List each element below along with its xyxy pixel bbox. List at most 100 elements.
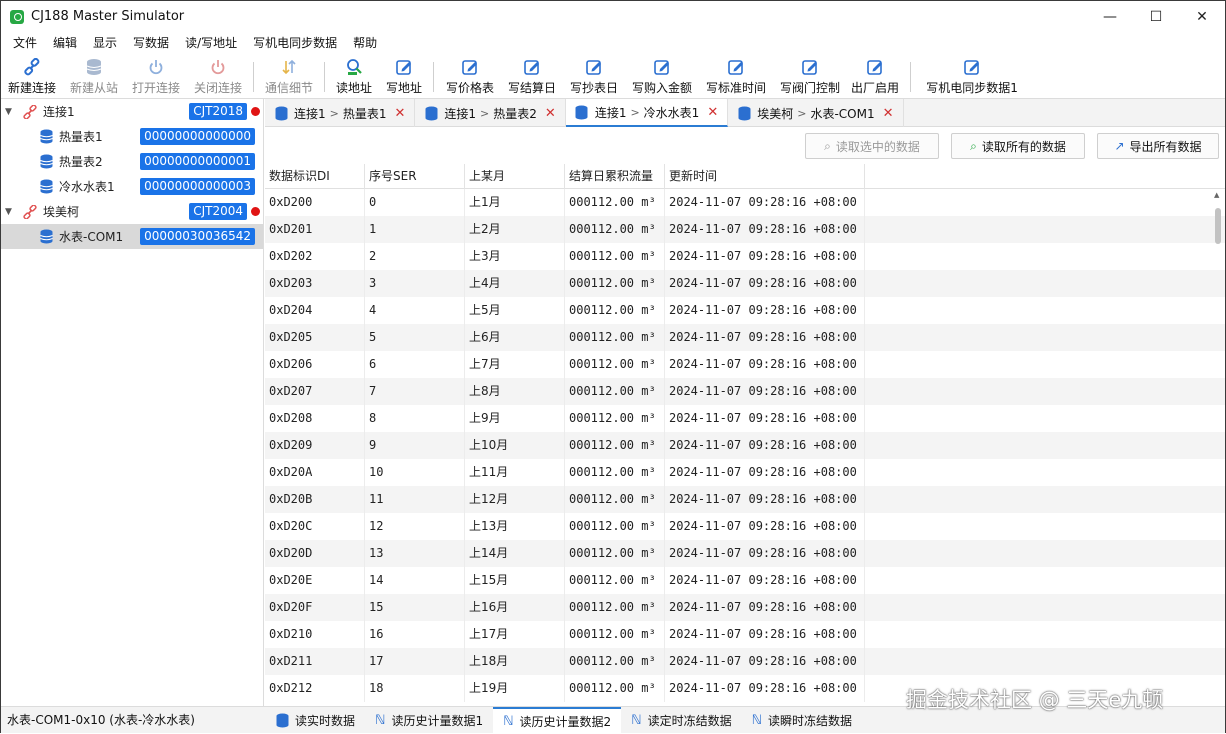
menu-help[interactable]: 帮助 (345, 32, 385, 54)
menu-write-data[interactable]: 写数据 (125, 32, 177, 54)
write-standard-time-button[interactable]: 写标准时间 (704, 54, 768, 98)
table-row[interactable]: 0xD204 4 上5月 000112.00 m³ 2024-11-07 09:28:1… (265, 297, 1225, 324)
table-row[interactable]: 0xD206 6 上7月 000112.00 m³ 2024-11-07 09:28:1… (265, 351, 1225, 378)
table-cell: 0xD20C (265, 513, 365, 540)
table-cell: 上18月 (465, 648, 565, 675)
scroll-up-icon[interactable]: ▲ (1214, 191, 1219, 199)
table-header: 数据标识DI 序号SER 上某月 结算日累积流量 更新时间 (265, 164, 1225, 189)
chevron-down-icon[interactable]: ▼ (5, 107, 17, 117)
chevron-down-icon[interactable]: ▼ (5, 207, 17, 217)
column-header[interactable]: 序号SER (365, 164, 465, 189)
write-reading-day-label: 写抄表日 (569, 81, 618, 95)
write-settlement-day-button[interactable]: 写结算日 (506, 54, 558, 98)
column-header[interactable]: 上某月 (465, 164, 565, 189)
table-row[interactable]: 0xD203 3 上4月 000112.00 m³ 2024-11-07 09:28:1… (265, 270, 1225, 297)
table-row[interactable]: 0xD20A 10 上11月 000112.00 m³ 2024-11-07 09:28… (265, 459, 1225, 486)
menu-edit[interactable]: 编辑 (45, 32, 85, 54)
tree-node-aimeike[interactable]: ▼ 埃美柯 CJT2004 (1, 199, 263, 224)
close-tab-icon[interactable]: ✕ (545, 106, 556, 121)
tree-node-label: 冷水水表1 (59, 180, 115, 194)
chevron-right-icon: > (329, 106, 339, 120)
table-cell: 0xD205 (265, 324, 365, 351)
factory-enable-button[interactable]: 出厂启用 (850, 54, 900, 98)
table-row[interactable]: 0xD201 1 上2月 000112.00 m³ 2024-11-07 09:28:1… (265, 216, 1225, 243)
tree-node-heat-meter1[interactable]: 热量表1 00000000000000 (1, 124, 263, 149)
column-header[interactable]: 结算日累积流量 (565, 164, 665, 189)
table-row[interactable]: 0xD200 0 上1月 000112.00 m³ 2024-11-07 09:28:1… (265, 189, 1225, 216)
tab-cold-water-meter1[interactable]: 连接1 > 冷水水表1 ✕ (565, 99, 729, 127)
vertical-scrollbar[interactable]: ▲ (1213, 191, 1223, 706)
tab-water-meter-com1[interactable]: 埃美柯 > 水表-COM1 ✕ (728, 99, 904, 127)
tab-read-history1[interactable]: ℕ 读历史计量数据1 (365, 707, 493, 734)
table-row[interactable]: 0xD208 8 上9月 000112.00 m³ 2024-11-07 09:28:1… (265, 405, 1225, 432)
write-price-table-button[interactable]: 写价格表 (444, 54, 496, 98)
new-connection-button[interactable]: 新建连接 (5, 54, 59, 98)
read-selected-button[interactable]: ⌕ 读取选中的数据 (805, 133, 939, 159)
table-cell: 000112.00 m³ (565, 189, 665, 216)
write-purchase-amount-button[interactable]: 写购入金额 (630, 54, 694, 98)
menu-write-sync-data[interactable]: 写机电同步数据 (245, 32, 345, 54)
tree-node-connection1[interactable]: ▼ 连接1 CJT2018 (1, 99, 263, 124)
table-cell: 上15月 (465, 567, 565, 594)
table-row[interactable]: 0xD211 17 上18月 000112.00 m³ 2024-11-07 09:28… (265, 648, 1225, 675)
database-icon (83, 57, 105, 77)
new-slave-button[interactable]: 新建从站 (69, 54, 119, 98)
column-header[interactable]: 更新时间 (665, 164, 865, 189)
table-row[interactable]: 0xD20F 15 上16月 000112.00 m³ 2024-11-07 09:28… (265, 594, 1225, 621)
table-cell: 0xD201 (265, 216, 365, 243)
write-sync-data1-button[interactable]: 写机电同步数据1 (926, 54, 1018, 98)
close-window-button[interactable]: ✕ (1179, 1, 1225, 32)
tree-node-label: 热量表1 (59, 130, 103, 144)
table-row[interactable]: 0xD209 9 上10月 000112.00 m³ 2024-11-07 09:28:… (265, 432, 1225, 459)
comm-details-button[interactable]: 通信细节 (264, 54, 314, 98)
table-row[interactable]: 0xD20E 14 上15月 000112.00 m³ 2024-11-07 09:28… (265, 567, 1225, 594)
tree-node-cold-water-meter1[interactable]: 冷水水表1 00000000000003 (1, 174, 263, 199)
address-badge: 00000000000003 (140, 178, 255, 195)
app-window: CJ188 Master Simulator — ☐ ✕ 文件 编辑 显示 写数… (0, 0, 1226, 734)
tab-heat-meter1[interactable]: 连接1 > 热量表1 ✕ (265, 99, 416, 127)
scrollbar-thumb[interactable] (1215, 208, 1221, 244)
table-row[interactable]: 0xD20C 12 上13月 000112.00 m³ 2024-11-07 09:28… (265, 513, 1225, 540)
column-header[interactable]: 数据标识DI (265, 164, 365, 189)
minimize-button[interactable]: — (1087, 1, 1133, 32)
menu-file[interactable]: 文件 (5, 32, 45, 54)
table-row[interactable]: 0xD20B 11 上12月 000112.00 m³ 2024-11-07 09:28… (265, 486, 1225, 513)
tree-node-water-meter-com1[interactable]: 水表-COM1 00000030036542 (1, 224, 263, 249)
tab-read-instant-freeze[interactable]: ℕ 读瞬时冻结数据 (742, 707, 862, 734)
tree-node-heat-meter2[interactable]: 热量表2 00000000000001 (1, 149, 263, 174)
table-cell: 2024-11-07 09:28:16 +08:00 (665, 567, 865, 594)
read-all-button[interactable]: ⌕ 读取所有的数据 (951, 133, 1085, 159)
read-address-button[interactable]: 读地址 (335, 54, 373, 98)
close-tab-icon[interactable]: ✕ (707, 105, 718, 120)
open-connection-button[interactable]: 打开连接 (131, 54, 181, 98)
tab-read-history2[interactable]: ℕ 读历史计量数据2 (493, 707, 622, 734)
table-cell: 000112.00 m³ (565, 405, 665, 432)
close-tab-icon[interactable]: ✕ (883, 106, 894, 121)
menu-read-write-address[interactable]: 读/写地址 (177, 32, 245, 54)
table-row[interactable]: 0xD202 2 上3月 000112.00 m³ 2024-11-07 09:28:1… (265, 243, 1225, 270)
write-sync-data1-label: 写机电同步数据1 (926, 81, 1018, 95)
maximize-button[interactable]: ☐ (1133, 1, 1179, 32)
table-row[interactable]: 0xD20D 13 上14月 000112.00 m³ 2024-11-07 09:28… (265, 540, 1225, 567)
close-tab-icon[interactable]: ✕ (395, 106, 406, 121)
table-row[interactable]: 0xD207 7 上8月 000112.00 m³ 2024-11-07 09:28:1… (265, 378, 1225, 405)
table-cell: 0xD20D (265, 540, 365, 567)
tab-read-realtime[interactable]: 读实时数据 (265, 707, 365, 734)
close-connection-button[interactable]: 关闭连接 (193, 54, 243, 98)
chevron-right-icon: > (797, 106, 807, 120)
table-cell: 1 (365, 216, 465, 243)
address-badge: 00000000000000 (140, 128, 255, 145)
table-cell: 000112.00 m³ (565, 243, 665, 270)
write-reading-day-button[interactable]: 写抄表日 (568, 54, 620, 98)
write-valve-control-button[interactable]: 写阀门控制 (778, 54, 842, 98)
tab-read-timed-freeze[interactable]: ℕ 读定时冻结数据 (621, 707, 741, 734)
write-address-button[interactable]: 写地址 (385, 54, 423, 98)
menu-view[interactable]: 显示 (85, 32, 125, 54)
table-cell: 0xD211 (265, 648, 365, 675)
table-row[interactable]: 0xD205 5 上6月 000112.00 m³ 2024-11-07 09:28:1… (265, 324, 1225, 351)
tree-node-label: 水表-COM1 (59, 230, 124, 244)
tab-heat-meter2[interactable]: 连接1 > 热量表2 ✕ (415, 99, 566, 127)
write-price-table-label: 写价格表 (445, 81, 494, 95)
table-row[interactable]: 0xD210 16 上17月 000112.00 m³ 2024-11-07 09:28… (265, 621, 1225, 648)
export-all-button[interactable]: ↗ 导出所有数据 (1097, 133, 1219, 159)
